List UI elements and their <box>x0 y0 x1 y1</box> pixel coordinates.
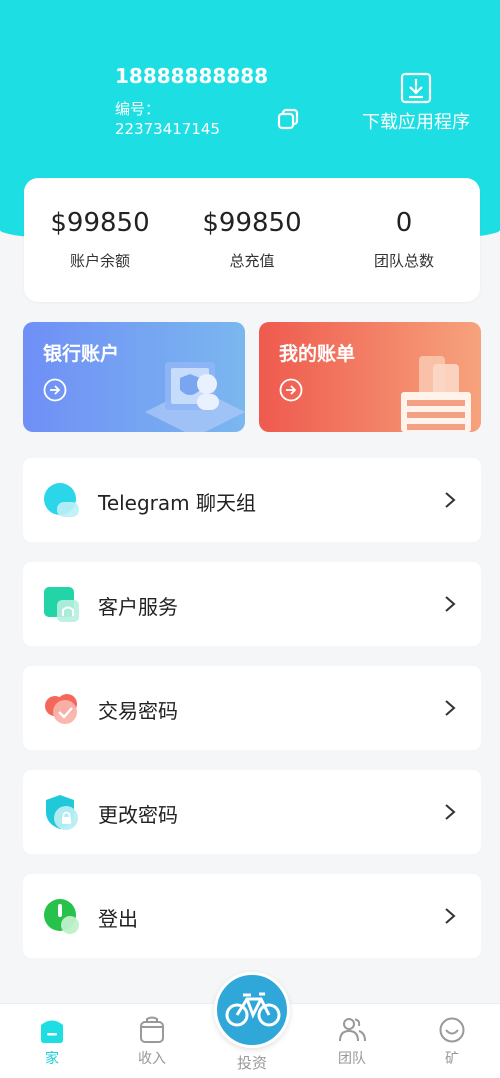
customer-service-icon <box>44 587 79 622</box>
telegram-icon <box>44 483 79 517</box>
download-app-button[interactable]: 下载应用程序 <box>358 72 474 134</box>
arrow-right-circle-icon <box>279 378 303 402</box>
download-app-label: 下载应用程序 <box>362 112 470 133</box>
arrow-right-circle-icon <box>43 378 67 402</box>
stat-value: 0 <box>395 208 413 238</box>
my-bill-title: 我的账单 <box>279 343 356 365</box>
smile-icon <box>439 1017 465 1043</box>
bag-icon <box>140 1016 164 1043</box>
chevron-right-icon <box>445 700 456 716</box>
stat-label: 账户余额 <box>69 252 130 270</box>
list-item-label: 登出 <box>98 907 138 931</box>
chevron-right-icon <box>445 596 456 612</box>
team-icon <box>339 1018 366 1042</box>
user-phone: 18888888888 <box>115 64 269 88</box>
list-item-label: 更改密码 <box>98 803 178 827</box>
stat-label: 总充值 <box>229 252 275 270</box>
list-item-change-password[interactable]: 更改密码 <box>23 770 481 854</box>
list-item-logout[interactable]: 登出 <box>23 874 481 958</box>
tab-mine[interactable]: 矿 <box>412 1016 492 1068</box>
transaction-password-icon <box>45 694 77 724</box>
tab-label: 矿 <box>445 1051 459 1067</box>
chevron-right-icon <box>445 492 456 508</box>
download-icon <box>400 72 432 104</box>
stat-total-recharge: $99850 总充值 <box>176 178 328 302</box>
bank-account-title: 银行账户 <box>43 343 120 365</box>
home-icon <box>41 1020 63 1043</box>
user-id-value: 22373417145 <box>115 120 220 138</box>
stat-balance: $99850 账户余额 <box>24 178 176 302</box>
tab-income[interactable]: 收入 <box>112 1016 192 1068</box>
bank-account-card[interactable]: 银行账户 <box>23 322 245 432</box>
list-item-label: 交易密码 <box>98 699 178 723</box>
tab-home[interactable]: 家 <box>12 1016 92 1068</box>
chevron-right-icon <box>445 908 456 924</box>
list-item-label: 客户服务 <box>98 595 178 619</box>
my-bill-card[interactable]: 我的账单 <box>259 322 481 432</box>
tab-label: 收入 <box>138 1051 166 1067</box>
tab-label: 家 <box>45 1051 59 1067</box>
tab-team[interactable]: 团队 <box>312 1016 392 1068</box>
stat-value: $99850 <box>202 208 302 238</box>
tab-invest[interactable] <box>214 972 290 1048</box>
user-id-label: 编号： <box>115 100 161 118</box>
bicycle-icon <box>225 992 281 1027</box>
tab-label: 团队 <box>338 1051 366 1067</box>
chevron-right-icon <box>445 804 456 820</box>
copy-icon[interactable] <box>276 107 300 131</box>
bill-documents-illustration-icon <box>401 356 471 432</box>
logout-icon <box>44 899 79 934</box>
change-password-icon <box>46 795 78 830</box>
list-item-label: Telegram 聊天组 <box>98 491 256 515</box>
stat-team-total: 0 团队总数 <box>328 178 480 302</box>
stat-value: $99850 <box>50 208 150 238</box>
bank-shield-illustration-icon <box>145 362 245 432</box>
tab-invest-label: 投资 <box>236 1054 267 1072</box>
list-item-transaction-password[interactable]: 交易密码 <box>23 666 481 750</box>
account-stats-card: $99850 账户余额 $99850 总充值 0 团队总数 <box>24 178 480 302</box>
list-item-telegram[interactable]: Telegram 聊天组 <box>23 458 481 542</box>
list-item-customer-service[interactable]: 客户服务 <box>23 562 481 646</box>
stat-label: 团队总数 <box>373 252 434 270</box>
